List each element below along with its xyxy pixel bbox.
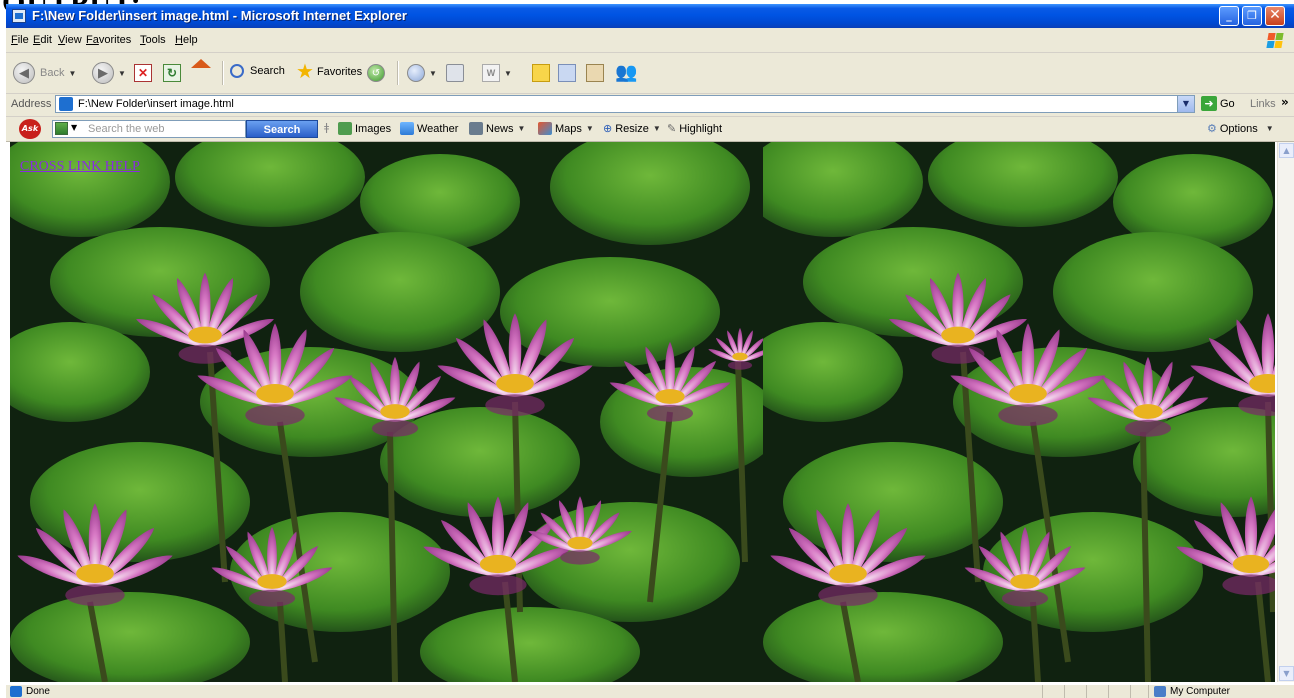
search-button[interactable]: Search xyxy=(230,64,285,78)
search-engine-dropdown-icon[interactable]: ▼ xyxy=(71,123,77,132)
ie-page-icon xyxy=(12,9,26,23)
edit-icon: W xyxy=(482,64,500,82)
maps-icon xyxy=(538,122,552,135)
page-icon xyxy=(59,97,73,111)
messenger-button[interactable] xyxy=(558,64,576,82)
page-content: CROSS LINK HELP ▲ ▼ xyxy=(6,142,1294,684)
mail-icon xyxy=(407,64,425,82)
images-button[interactable]: Images xyxy=(338,122,391,135)
my-computer-icon xyxy=(1154,686,1166,697)
search-magnifier-icon xyxy=(230,64,244,78)
status-text: Done xyxy=(26,686,50,697)
scroll-up-icon[interactable]: ▲ xyxy=(1279,143,1294,158)
water-lily-photo-1 xyxy=(10,142,764,682)
options-button[interactable]: ⚙ Options ▼ xyxy=(1207,122,1274,136)
discuss-button[interactable] xyxy=(532,64,550,82)
favorites-button[interactable]: ★ Favorites xyxy=(296,62,362,82)
media-icon xyxy=(586,64,604,82)
menu-file[interactable]: File xyxy=(11,34,29,46)
toolbar-grip-icon[interactable]: ǂ xyxy=(324,121,329,134)
research-icon xyxy=(558,64,576,82)
address-input[interactable]: F:\New Folder\insert image.html ▼ xyxy=(55,95,1195,113)
ask-search-button[interactable]: Search xyxy=(246,120,318,138)
printer-icon xyxy=(446,64,464,82)
refresh-icon: ↻ xyxy=(163,64,181,82)
ask-toolbar: Ask ▼ Search the web Search ǂ Images Wea… xyxy=(6,117,1294,142)
images-icon xyxy=(338,122,352,135)
refresh-button[interactable]: ↻ xyxy=(163,64,181,82)
home-button[interactable] xyxy=(191,59,211,71)
back-dropdown-icon[interactable]: ▼ xyxy=(68,69,76,78)
vertical-scrollbar[interactable]: ▲ ▼ xyxy=(1277,142,1294,682)
back-button[interactable]: ◀ Back ▼ xyxy=(13,62,76,84)
home-icon xyxy=(191,59,211,68)
status-bar: Done My Computer xyxy=(6,684,1294,698)
standard-toolbar: ◀ Back ▼ ▶ ▼ ✕ ↻ Search ★ Favorites ↺ ▼ … xyxy=(6,53,1294,94)
scroll-down-icon[interactable]: ▼ xyxy=(1279,666,1294,681)
address-bar: Address F:\New Folder\insert image.html … xyxy=(6,94,1294,117)
menu-favorites[interactable]: Favorites xyxy=(86,34,131,46)
browser-window: F:\New Folder\insert image.html - Micros… xyxy=(6,4,1294,698)
history-icon: ↺ xyxy=(367,64,385,82)
print-button[interactable] xyxy=(446,64,464,82)
go-button[interactable]: Go xyxy=(1220,98,1235,110)
menu-tools[interactable]: Tools xyxy=(140,34,166,46)
stop-button[interactable]: ✕ xyxy=(134,64,152,82)
edit-button[interactable]: W ▼ xyxy=(482,64,512,82)
title-bar[interactable]: F:\New Folder\insert image.html - Micros… xyxy=(6,4,1294,28)
window-title: F:\New Folder\insert image.html - Micros… xyxy=(32,8,407,23)
address-dropdown-icon[interactable]: ▼ xyxy=(1177,96,1194,112)
forward-dropdown-icon[interactable]: ▼ xyxy=(118,69,126,78)
maximize-button[interactable]: ❐ xyxy=(1242,6,1262,26)
maps-button[interactable]: Maps ▼ xyxy=(538,122,594,135)
highlight-button[interactable]: ✎ Highlight xyxy=(667,122,722,136)
windows-logo-icon xyxy=(1266,31,1284,49)
links-chevron-icon[interactable]: » xyxy=(1281,95,1289,109)
menu-edit[interactable]: Edit xyxy=(33,34,52,46)
ask-search-input[interactable]: ▼ Search the web xyxy=(52,120,246,138)
media-button[interactable] xyxy=(586,64,604,82)
address-label: Address xyxy=(11,98,52,110)
weather-button[interactable]: Weather xyxy=(400,122,458,135)
note-icon xyxy=(532,64,550,82)
forward-arrow-icon: ▶ xyxy=(92,62,114,84)
ie-status-icon xyxy=(10,686,22,697)
news-button[interactable]: News ▼ xyxy=(469,122,525,135)
search-engine-icon[interactable] xyxy=(55,122,68,135)
forward-button[interactable]: ▶ ▼ xyxy=(92,62,126,84)
stop-icon: ✕ xyxy=(134,64,152,82)
weather-icon xyxy=(400,122,414,135)
security-zone-label: My Computer xyxy=(1170,686,1231,697)
news-icon xyxy=(469,122,483,135)
options-gear-icon: ⚙ xyxy=(1207,123,1217,135)
highlight-pen-icon: ✎ xyxy=(667,123,677,135)
back-arrow-icon: ◀ xyxy=(13,62,35,84)
minimize-button[interactable]: _ xyxy=(1219,6,1239,26)
resize-button[interactable]: ⊕ Resize ▼ xyxy=(603,122,661,136)
resize-icon: ⊕ xyxy=(603,123,613,135)
messenger-people-icon: 👥 xyxy=(615,62,638,82)
address-url: F:\New Folder\insert image.html xyxy=(78,98,234,110)
menu-help[interactable]: Help xyxy=(175,34,198,46)
msn-messenger-button[interactable]: 👥 xyxy=(615,62,637,83)
water-lily-photo-2 xyxy=(763,142,1275,682)
ask-logo[interactable]: Ask xyxy=(19,119,41,139)
close-button[interactable]: ✕ xyxy=(1265,6,1285,26)
menu-view[interactable]: View xyxy=(58,34,82,46)
cross-link-help-link[interactable]: CROSS LINK HELP xyxy=(20,159,140,175)
menu-bar: File Edit View Favorites Tools Help xyxy=(6,28,1294,53)
mail-button[interactable]: ▼ xyxy=(407,64,437,82)
history-button[interactable]: ↺ xyxy=(367,64,385,82)
favorites-star-icon: ★ xyxy=(296,61,314,83)
links-button[interactable]: Links xyxy=(1250,98,1276,110)
go-arrow-icon[interactable]: ➜ xyxy=(1201,96,1217,111)
